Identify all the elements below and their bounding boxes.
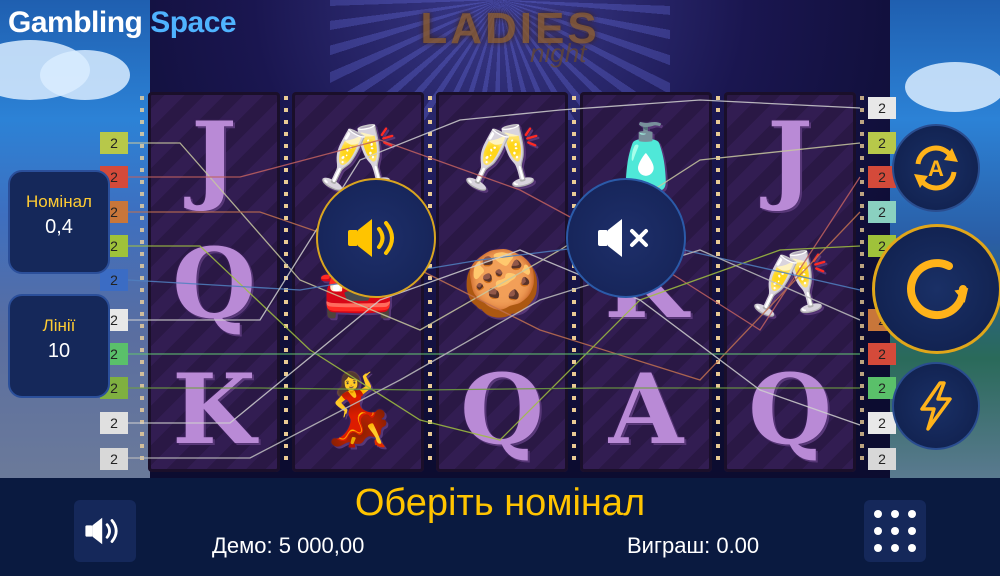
payline (128, 142, 861, 331)
speaker-muted-icon (598, 219, 648, 257)
payline (128, 245, 861, 441)
line-marker-right: 2 (868, 377, 896, 399)
line-marker-left: 2 (100, 132, 128, 154)
payline (128, 211, 861, 381)
menu-grid-icon (874, 510, 916, 552)
balance-display: Демо: 5 000,00 (212, 533, 365, 558)
bet-label: Номінал (26, 192, 92, 211)
payline (128, 139, 861, 331)
autoplay-icon: A (914, 145, 958, 191)
menu-button[interactable] (864, 500, 926, 562)
bet-value: 0,4 (45, 216, 73, 238)
line-marker-right: 2 (868, 97, 896, 119)
payline (128, 387, 860, 391)
speaker-on-icon (348, 219, 394, 257)
payline (128, 249, 861, 426)
paylines-overlay (127, 99, 861, 459)
spin-icon (907, 259, 969, 320)
line-marker-left: 2 (100, 412, 128, 434)
line-marker-right: 2 (868, 132, 896, 154)
lightning-icon (920, 381, 952, 431)
line-marker-right: 2 (868, 448, 896, 470)
turbo-button[interactable] (892, 362, 980, 450)
line-marker-right: 2 (868, 343, 896, 365)
line-marker-right: 2 (868, 201, 896, 223)
sound-on-button[interactable] (316, 178, 436, 298)
win-display: Виграш: 0.00 (627, 533, 760, 558)
speaker-icon (85, 517, 118, 545)
line-marker-right: 2 (868, 412, 896, 434)
line-marker-left: 2 (100, 269, 128, 291)
sound-off-button[interactable] (566, 178, 686, 298)
lines-value: 10 (47, 340, 71, 362)
sound-toggle-button[interactable] (74, 500, 136, 562)
bet-panel[interactable]: Номінал 0,4 (8, 170, 110, 274)
spin-button[interactable] (872, 224, 1000, 354)
line-marker-left: 2 (100, 448, 128, 470)
status-message: Оберіть номінал (354, 482, 646, 524)
lines-label: Лінії (42, 316, 76, 335)
svg-text:A: A (928, 156, 944, 181)
lines-panel[interactable]: Лінії 10 (8, 294, 110, 398)
autoplay-button[interactable]: A (892, 124, 980, 212)
